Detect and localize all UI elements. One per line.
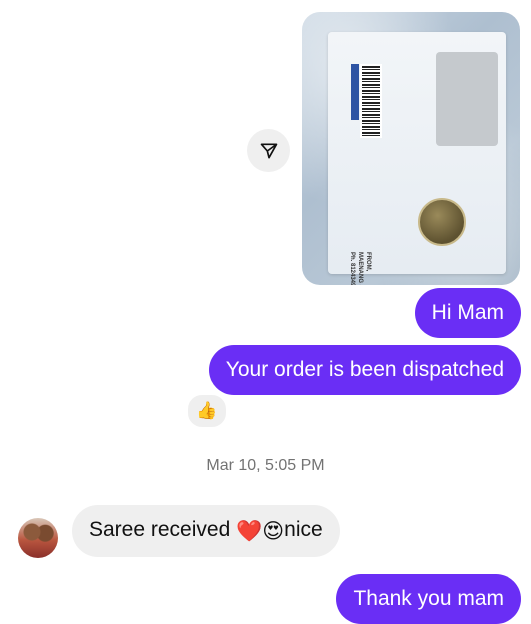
message-reaction[interactable]: 👍	[186, 393, 228, 429]
thumbs-up-icon: 👍	[196, 401, 218, 420]
message-text: Hi Mam	[431, 301, 504, 324]
message-outgoing[interactable]: Thank you mam	[336, 574, 521, 624]
photo-barcode	[360, 64, 382, 138]
message-outgoing[interactable]: Hi Mam	[414, 288, 521, 338]
message-text: nice	[284, 518, 323, 541]
share-photo-button[interactable]	[247, 129, 290, 172]
message-text: Thank you mam	[353, 587, 504, 610]
photo-barcode-tag	[351, 64, 359, 120]
timestamp: Mar 10, 5:05 PM	[206, 457, 325, 474]
avatar[interactable]	[18, 518, 58, 558]
message-text: Your order is been dispatched	[225, 358, 504, 381]
message-incoming[interactable]: Saree received ❤️😍nice	[72, 505, 340, 557]
heart-icon: ❤️	[236, 520, 263, 543]
message-outgoing[interactable]: Your order is been dispatched	[208, 345, 521, 395]
message-text: Saree received	[89, 518, 231, 541]
heart-eyes-icon: 😍	[262, 520, 285, 543]
send-arrow-icon	[260, 143, 277, 158]
shared-photo[interactable]: FROM, MAENANG STUDIO Ph. 8124349180	[302, 12, 520, 285]
photo-address-label	[436, 52, 498, 146]
photo-envelope-text: FROM, MAENANG STUDIO Ph. 8124349180	[349, 252, 371, 285]
photo-brand-seal	[418, 198, 466, 246]
